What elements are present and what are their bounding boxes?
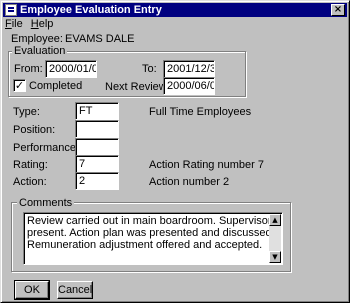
position-label: Position: xyxy=(13,124,56,136)
comments-scrollbar[interactable]: ▲ ▼ xyxy=(269,214,281,263)
performance-label: Performance: xyxy=(13,142,80,154)
to-date-field[interactable]: 2001/12/31 xyxy=(163,60,215,78)
completed-checkbox[interactable]: ✓ xyxy=(13,79,26,92)
close-button[interactable]: × xyxy=(331,4,345,16)
menu-help[interactable]: Help xyxy=(31,18,54,30)
scroll-down-button[interactable]: ▼ xyxy=(269,251,281,263)
from-label: From: xyxy=(14,63,43,75)
employee-name: EVAMS DALE xyxy=(65,33,135,45)
evaluation-group-label: Evaluation xyxy=(12,45,68,57)
comments-text: Review carried out in main boardroom. Su… xyxy=(27,215,275,251)
scroll-up-button[interactable]: ▲ xyxy=(269,214,281,226)
position-field[interactable] xyxy=(75,120,119,138)
app-icon xyxy=(5,4,17,16)
ok-button[interactable]: OK xyxy=(14,280,50,300)
cancel-button[interactable]: Cancel xyxy=(57,281,93,299)
menu-bar: File Help xyxy=(5,18,53,30)
title-bar[interactable]: Employee Evaluation Entry × xyxy=(3,3,347,17)
employee-evaluation-window: Employee Evaluation Entry × File Help Em… xyxy=(0,0,350,303)
rating-field[interactable]: 7 xyxy=(75,155,119,173)
type-field[interactable]: FT xyxy=(75,102,119,120)
menu-file[interactable]: File xyxy=(5,18,23,30)
action-description: Action number 2 xyxy=(149,176,230,188)
comments-textarea[interactable]: Review carried out in main boardroom. Su… xyxy=(23,212,283,265)
type-description: Full Time Employees xyxy=(149,106,252,118)
to-label: To: xyxy=(142,63,157,75)
type-label: Type: xyxy=(13,106,40,118)
employee-label: Employee: xyxy=(11,33,63,45)
action-field[interactable]: 2 xyxy=(75,172,119,190)
next-review-label: Next Review: xyxy=(105,81,170,93)
from-date-field[interactable]: 2000/01/01 xyxy=(45,60,97,78)
next-review-field[interactable]: 2000/06/01 xyxy=(163,77,215,95)
action-label: Action: xyxy=(13,176,47,188)
completed-label: Completed xyxy=(29,80,83,92)
comments-group-label: Comments xyxy=(17,197,75,209)
rating-description: Action Rating number 7 xyxy=(149,159,264,171)
performance-field[interactable] xyxy=(75,138,119,156)
window-title: Employee Evaluation Entry xyxy=(20,4,162,16)
rating-label: Rating: xyxy=(13,159,48,171)
